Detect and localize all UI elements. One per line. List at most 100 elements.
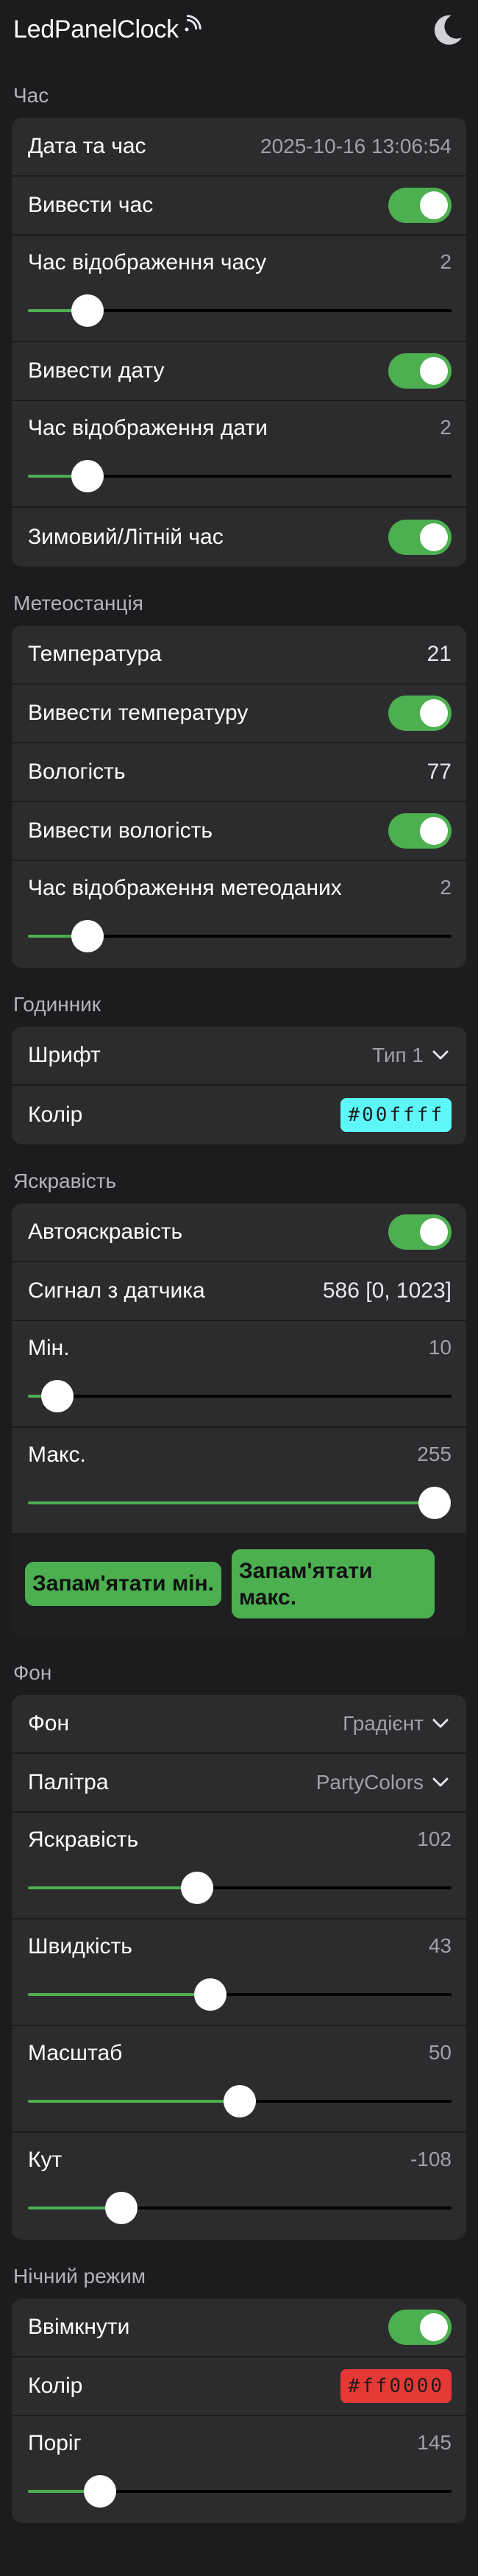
scale-row: Масштаб 50 [12, 2026, 466, 2133]
bg-mode-row[interactable]: Фон Градієнт [12, 1695, 466, 1754]
auto-brightness-toggle[interactable] [388, 1214, 452, 1250]
time-duration-label: Час відображення часу [28, 250, 267, 275]
datetime-row: Дата та час 2025-10-16 13:06:54 [12, 118, 466, 177]
speed-value: 43 [428, 1934, 452, 1957]
threshold-row: Поріг 145 [12, 2416, 466, 2523]
section-title-night: Нічний режим [13, 2265, 146, 2287]
bg-brightness-label: Яскравість [28, 1827, 139, 1852]
slider-thumb[interactable] [71, 920, 104, 952]
show-humidity-label: Вивести вологість [28, 818, 213, 843]
font-row[interactable]: Шрифт Тип 1 [12, 1027, 466, 1086]
font-select-value: Тип 1 [371, 1044, 424, 1066]
scale-label: Масштаб [28, 2041, 123, 2065]
bg-mode-select-value: Градієнт [343, 1712, 424, 1735]
threshold-slider[interactable] [28, 2475, 452, 2508]
min-brightness-row: Мін. 10 [12, 1321, 466, 1428]
max-brightness-row: Макс. 255 [12, 1428, 466, 1535]
speed-slider[interactable] [28, 1978, 452, 2011]
clock-color-label: Колір [28, 1103, 83, 1127]
font-select[interactable]: Тип 1 [372, 1044, 452, 1067]
slider-thumb[interactable] [104, 2192, 138, 2224]
section-title-brightness: Яскравість [13, 1170, 117, 1192]
show-temperature-label: Вивести температуру [28, 701, 249, 725]
top-bar: LedPanelClock [0, 0, 478, 59]
scale-value: 50 [428, 2041, 452, 2064]
show-temperature-toggle[interactable] [388, 696, 452, 731]
palette-row[interactable]: Палітра PartyColors [12, 1754, 466, 1813]
show-humidity-toggle[interactable] [388, 813, 452, 849]
temperature-value: 21 [427, 642, 452, 666]
palette-select-value: PartyColors [315, 1771, 424, 1794]
threshold-label: Поріг [28, 2431, 82, 2455]
humidity-label: Вологість [28, 760, 126, 784]
date-duration-value: 2 [440, 416, 452, 439]
show-humidity-row: Вивести вологість [12, 802, 466, 861]
angle-row: Кут -108 [12, 2133, 466, 2240]
section-title-background: Фон [13, 1661, 52, 1684]
max-brightness-value: 255 [417, 1443, 452, 1465]
speed-label: Швидкість [28, 1934, 132, 1958]
show-time-label: Вивести час [28, 193, 154, 217]
temperature-label: Температура [28, 642, 162, 666]
night-enable-toggle[interactable] [388, 2310, 452, 2345]
show-time-toggle[interactable] [388, 188, 452, 223]
chevron-down-icon [432, 1050, 449, 1060]
dst-toggle[interactable] [388, 520, 452, 555]
time-card: Дата та час 2025-10-16 13:06:54 Вивести … [12, 118, 466, 567]
humidity-row: Вологість 77 [12, 743, 466, 802]
min-brightness-label: Мін. [28, 1336, 70, 1360]
slider-thumb[interactable] [71, 294, 104, 327]
slider-thumb[interactable] [83, 2475, 116, 2508]
wifi-icon [185, 14, 201, 31]
angle-slider[interactable] [28, 2192, 452, 2224]
scale-slider[interactable] [28, 2085, 452, 2117]
slider-thumb[interactable] [193, 1978, 226, 2011]
time-duration-slider[interactable] [28, 294, 452, 327]
bg-brightness-slider[interactable] [28, 1872, 452, 1904]
slider-thumb[interactable] [418, 1487, 451, 1519]
show-date-toggle[interactable] [388, 353, 452, 389]
auto-brightness-row: Автояскравість [12, 1203, 466, 1262]
min-brightness-slider[interactable] [28, 1380, 452, 1412]
clock-color-row: Колір #00ffff [12, 1086, 466, 1144]
slider-thumb[interactable] [181, 1872, 214, 1904]
night-color-chip[interactable]: #ff0000 [340, 2369, 452, 2403]
chevron-down-icon [432, 1719, 449, 1728]
temperature-row: Температура 21 [12, 626, 466, 684]
bg-brightness-row: Яскравість 102 [12, 1813, 466, 1919]
time-duration-value: 2 [440, 250, 452, 273]
weather-card: Температура 21 Вивести температуру Волог… [12, 626, 466, 968]
speed-row: Швидкість 43 [12, 1919, 466, 2026]
clock-color-chip[interactable]: #00ffff [340, 1098, 452, 1132]
threshold-value: 145 [417, 2431, 452, 2454]
night-color-row: Колір #ff0000 [12, 2357, 466, 2416]
palette-select[interactable]: PartyColors [316, 1771, 452, 1794]
slider-thumb[interactable] [71, 460, 104, 492]
bg-mode-select[interactable]: Градієнт [343, 1712, 452, 1735]
show-time-row: Вивести час [12, 177, 466, 236]
slider-thumb[interactable] [41, 1380, 74, 1412]
font-label: Шрифт [28, 1043, 101, 1067]
max-brightness-slider[interactable] [28, 1487, 452, 1519]
meteo-duration-slider[interactable] [28, 920, 452, 952]
night-color-label: Колір [28, 2374, 83, 2398]
show-temperature-row: Вивести температуру [12, 684, 466, 743]
night-enable-label: Ввімкнути [28, 2315, 130, 2339]
slider-thumb[interactable] [224, 2085, 256, 2117]
remember-max-button[interactable]: Запам'ятати макс. [231, 1549, 435, 1618]
clock-card: Шрифт Тип 1 Колір #00ffff [12, 1027, 466, 1144]
datetime-label: Дата та час [28, 134, 146, 158]
section-title-clock: Годинник [13, 993, 101, 1016]
section-title-time: Час [13, 84, 49, 107]
night-card: Ввімкнути Колір #ff0000 Поріг 145 [12, 2299, 466, 2523]
remember-buttons-row: Запам'ятати мін. Запам'ятати макс. [12, 1535, 466, 1636]
meteo-duration-value: 2 [440, 876, 452, 899]
date-duration-row: Час відображення дати 2 [12, 401, 466, 508]
remember-min-button[interactable]: Запам'ятати мін. [25, 1562, 221, 1606]
palette-label: Палітра [28, 1770, 109, 1794]
date-duration-slider[interactable] [28, 460, 452, 492]
min-brightness-value: 10 [428, 1336, 452, 1359]
meteo-duration-label: Час відображення метеоданих [28, 876, 342, 900]
moon-icon[interactable] [429, 11, 466, 48]
datetime-value: 2025-10-16 13:06:54 [260, 135, 452, 158]
